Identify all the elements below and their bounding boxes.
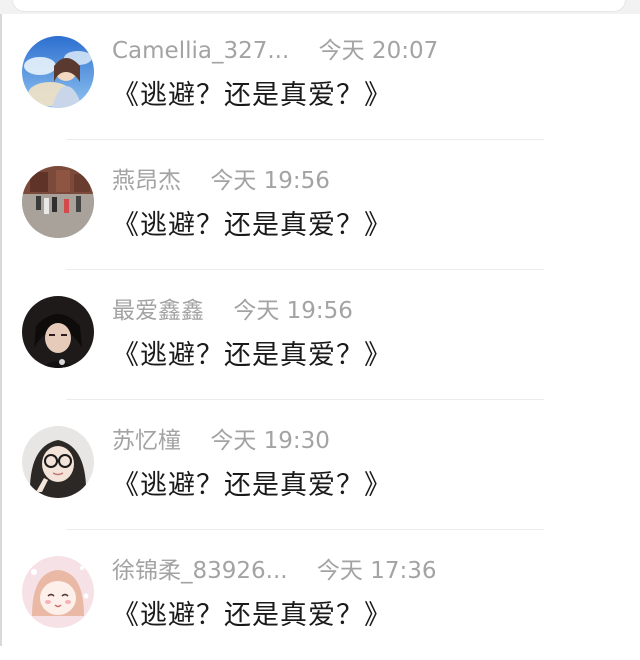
sky-girl-avatar-icon bbox=[22, 36, 94, 108]
avatar[interactable] bbox=[22, 426, 94, 498]
glasses-girl-avatar-icon bbox=[22, 426, 94, 498]
username[interactable]: 最爱鑫鑫 bbox=[112, 298, 204, 324]
comment-text: 《逃避？还是真爱？》 bbox=[112, 210, 392, 241]
comment-item[interactable]: 徐锦柔_83926... 今天 17:36 《逃避？还是真爱？》 bbox=[0, 530, 640, 660]
username[interactable]: 徐锦柔_83926... bbox=[112, 558, 288, 584]
comment-time: 今天 17:36 bbox=[316, 558, 437, 584]
comment-meta: Camellia_327... 今天 20:07 bbox=[112, 34, 438, 68]
avatar[interactable] bbox=[22, 166, 94, 238]
username[interactable]: Camellia_327... bbox=[112, 38, 289, 64]
comment-item[interactable]: 苏忆橦 今天 19:30 《逃避？还是真爱？》 bbox=[0, 400, 640, 530]
dark-portrait-avatar-icon bbox=[22, 296, 94, 368]
comment-meta: 徐锦柔_83926... 今天 17:36 bbox=[112, 554, 437, 588]
comment-text: 《逃避？还是真爱？》 bbox=[112, 340, 392, 371]
comment-meta: 苏忆橦 今天 19:30 bbox=[112, 424, 330, 458]
cartoon-girl-avatar-icon bbox=[22, 556, 94, 628]
comment-item[interactable]: 最爱鑫鑫 今天 19:56 《逃避？还是真爱？》 bbox=[0, 270, 640, 400]
avatar[interactable] bbox=[22, 556, 94, 628]
comment-time: 今天 19:56 bbox=[233, 298, 353, 324]
comment-time: 今天 19:56 bbox=[210, 168, 330, 194]
comment-meta: 最爱鑫鑫 今天 19:56 bbox=[112, 294, 353, 328]
comment-list: Camellia_327... 今天 20:07 《逃避？还是真爱？》 燕昂杰 … bbox=[0, 10, 640, 660]
comment-item[interactable]: Camellia_327... 今天 20:07 《逃避？还是真爱？》 bbox=[0, 10, 640, 140]
comment-text: 《逃避？还是真爱？》 bbox=[112, 600, 392, 631]
avatar[interactable] bbox=[22, 36, 94, 108]
username[interactable]: 苏忆橦 bbox=[112, 428, 181, 454]
comment-text: 《逃避？还是真爱？》 bbox=[112, 470, 392, 501]
username[interactable]: 燕昂杰 bbox=[112, 168, 181, 194]
street-scene-avatar-icon bbox=[22, 166, 94, 238]
comment-time: 今天 19:30 bbox=[210, 428, 330, 454]
comment-item[interactable]: 燕昂杰 今天 19:56 《逃避？还是真爱？》 bbox=[0, 140, 640, 270]
comment-meta: 燕昂杰 今天 19:56 bbox=[112, 164, 330, 198]
comment-text: 《逃避？还是真爱？》 bbox=[112, 80, 392, 111]
comment-time: 今天 20:07 bbox=[318, 38, 439, 64]
avatar[interactable] bbox=[22, 296, 94, 368]
